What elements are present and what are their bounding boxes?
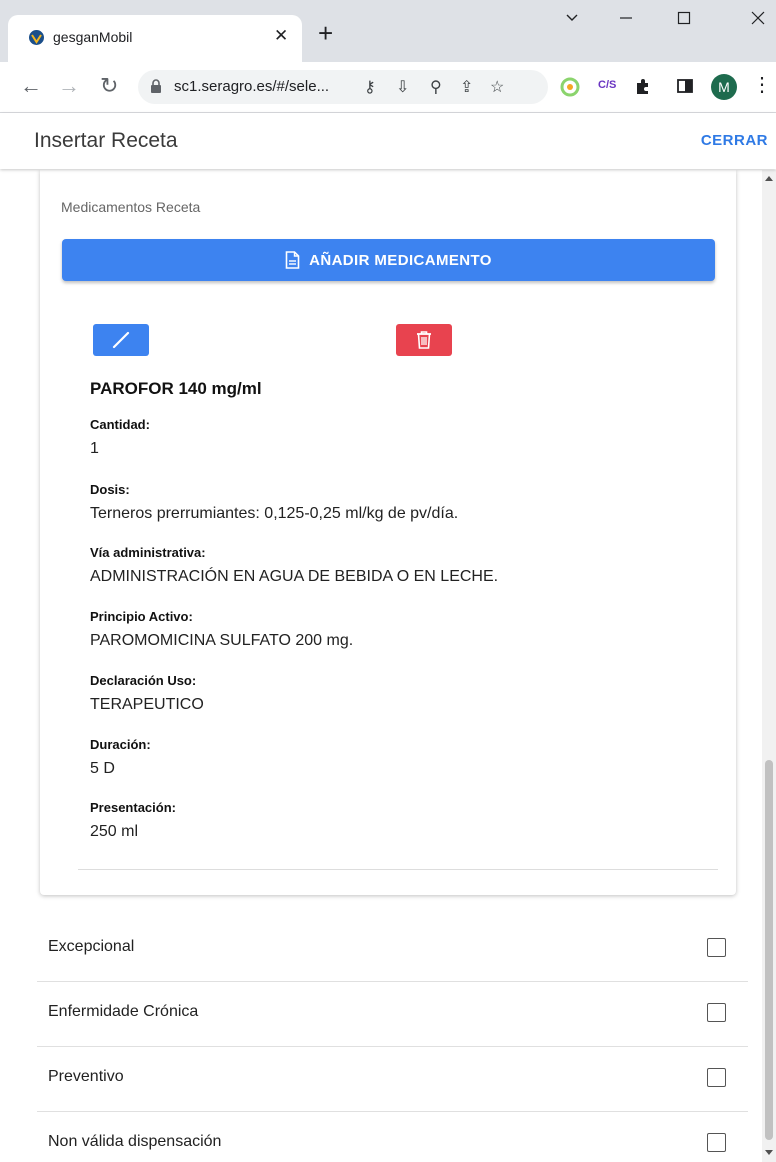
bookmark-star-icon[interactable]: ☆ <box>490 77 504 97</box>
option-row-preventivo[interactable]: Preventivo <box>37 1046 748 1112</box>
pencil-icon <box>112 331 130 349</box>
field-label: Declaración Uso: <box>90 673 197 688</box>
scroll-thumb[interactable] <box>765 760 773 1140</box>
field-value: TERAPEUTICO <box>90 696 204 713</box>
field-presentacion: Presentación: 250 ml <box>90 800 176 841</box>
forward-icon[interactable]: → <box>58 74 80 98</box>
scroll-down-icon[interactable] <box>765 1150 773 1155</box>
field-declaracion-uso: Declaración Uso: TERAPEUTICO <box>90 673 204 714</box>
option-label: Preventivo <box>48 1068 124 1085</box>
add-medication-label: AÑADIR MEDICAMENTO <box>309 251 492 269</box>
new-tab-icon[interactable]: + <box>318 20 333 46</box>
reload-icon[interactable]: ↻ <box>100 74 118 98</box>
option-label: Non válida dispensación <box>48 1133 222 1150</box>
browser-tabstrip: gesganMobil ✕ + <box>0 0 776 62</box>
enfermidade-cronica-checkbox[interactable] <box>707 1003 726 1022</box>
scroll-up-icon[interactable] <box>765 176 773 181</box>
minimize-icon[interactable] <box>606 10 646 40</box>
field-value: PAROMOMICINA SULFATO 200 mg. <box>90 632 354 649</box>
card-divider <box>78 869 718 870</box>
browser-tab[interactable]: gesganMobil ✕ <box>8 15 302 62</box>
preventivo-checkbox[interactable] <box>707 1068 726 1087</box>
field-label: Presentación: <box>90 800 176 815</box>
field-value: ADMINISTRACIÓN EN AGUA DE BEBIDA O EN LE… <box>90 568 499 585</box>
field-value: 5 D <box>90 760 115 777</box>
field-principio-activo: Principio Activo: PAROMOMICINA SULFATO 2… <box>90 609 353 650</box>
field-value: 1 <box>90 440 99 457</box>
option-label: Enfermidade Crónica <box>48 1003 199 1020</box>
page-title: Insertar Receta <box>34 129 178 152</box>
field-label: Duración: <box>90 737 151 752</box>
field-value: Terneros prerrumiantes: 0,125-0,25 ml/kg… <box>90 505 459 522</box>
profile-avatar[interactable]: M <box>711 74 737 100</box>
field-duracion: Duración: 5 D <box>90 737 151 778</box>
address-bar[interactable]: sc1.seragro.es/#/sele... ⚷ ⇩ ⚲ ⇪ ☆ <box>138 70 548 104</box>
tab-title: gesganMobil <box>53 29 133 45</box>
app-header: Insertar Receta CERRAR <box>0 113 776 169</box>
field-label: Vía administrativa: <box>90 545 206 560</box>
field-label: Cantidad: <box>90 417 150 432</box>
medication-name: PAROFOR 140 mg/ml <box>90 379 262 398</box>
browser-toolbar: ← → ↻ sc1.seragro.es/#/sele... ⚷ ⇩ ⚲ ⇪ ☆… <box>0 62 776 113</box>
delete-medication-button[interactable] <box>396 324 452 356</box>
field-via-administrativa: Vía administrativa: ADMINISTRACIÓN EN AG… <box>90 545 498 586</box>
extension-cs-icon[interactable]: C/S <box>598 79 616 91</box>
menu-kebab-icon[interactable]: ⋮ <box>752 73 772 97</box>
extensions-puzzle-icon[interactable] <box>634 77 652 95</box>
scrollbar[interactable] <box>762 170 776 1162</box>
document-icon <box>285 251 300 269</box>
option-label: Excepcional <box>48 938 135 955</box>
main-content: Medicamentos Receta AÑADIR MEDICAMENTO P… <box>0 170 762 1162</box>
app-favicon-icon <box>29 30 44 45</box>
url-text: sc1.seragro.es/#/sele... <box>174 78 330 95</box>
add-medication-button[interactable]: AÑADIR MEDICAMENTO <box>62 239 715 281</box>
field-cantidad: Cantidad: 1 <box>90 417 150 458</box>
card-title: Medicamentos Receta <box>61 199 201 215</box>
trash-icon <box>417 331 431 349</box>
option-row-non-valida-dispensacion[interactable]: Non válida dispensación <box>37 1111 748 1162</box>
install-app-icon[interactable]: ⇩ <box>396 77 409 97</box>
option-row-enfermidade-cronica[interactable]: Enfermidade Crónica <box>37 981 748 1047</box>
location-icon[interactable]: ⚲ <box>430 77 442 97</box>
share-icon[interactable]: ⇪ <box>460 77 473 97</box>
excepcional-checkbox[interactable] <box>707 938 726 957</box>
lock-icon <box>151 79 161 93</box>
tab-search-icon[interactable] <box>552 10 592 40</box>
field-dosis: Dosis: Terneros prerrumiantes: 0,125-0,2… <box>90 482 458 523</box>
medications-card: Medicamentos Receta AÑADIR MEDICAMENTO P… <box>40 170 736 895</box>
close-button[interactable]: CERRAR <box>701 132 768 149</box>
field-label: Principio Activo: <box>90 609 193 624</box>
field-value: 250 ml <box>90 823 139 840</box>
password-key-icon[interactable]: ⚷ <box>364 77 376 97</box>
option-row-excepcional[interactable]: Excepcional <box>37 916 748 982</box>
edit-medication-button[interactable] <box>93 324 149 356</box>
extension-ring-icon[interactable] <box>560 77 580 97</box>
window-close-icon[interactable] <box>738 10 776 40</box>
non-valida-dispensacion-checkbox[interactable] <box>707 1133 726 1152</box>
back-icon[interactable]: ← <box>20 74 42 98</box>
side-panel-icon[interactable] <box>676 77 694 95</box>
field-label: Dosis: <box>90 482 130 497</box>
tab-close-icon[interactable]: ✕ <box>274 26 288 46</box>
maximize-icon[interactable] <box>664 10 704 40</box>
